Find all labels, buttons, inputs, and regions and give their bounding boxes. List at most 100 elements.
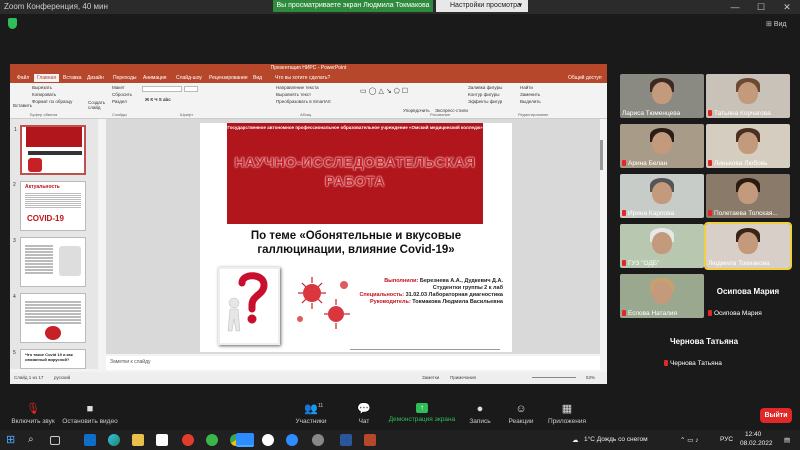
word-icon[interactable] (340, 434, 352, 446)
ppt-titlebar: Презентация НИРС - PowerPoint (10, 64, 607, 73)
copy-button[interactable]: Копировать (32, 92, 56, 97)
leave-button[interactable]: Выйти (760, 408, 792, 423)
reactions-button[interactable]: ☺ Реакции (505, 403, 537, 425)
shape-outline-button[interactable]: Контур фигуры (468, 92, 499, 97)
yandex-icon[interactable] (182, 434, 194, 446)
chat-button[interactable]: 💬 Чат (352, 403, 376, 425)
cut-button[interactable]: Вырезать (32, 85, 52, 90)
tab-review[interactable]: Рецензирование (206, 74, 251, 82)
app-icon[interactable] (286, 434, 298, 446)
shape-fill-button[interactable]: Заливка фигуры (468, 85, 502, 90)
system-tray-icons[interactable]: ⌃ ▭ ♪ (680, 436, 698, 444)
apps-button[interactable]: ▦ Приложения (545, 403, 589, 425)
current-slide[interactable]: Государственное автономное профессиональ… (200, 123, 512, 352)
tab-insert[interactable]: Вставка (60, 74, 85, 82)
task-view-icon[interactable] (50, 436, 60, 445)
unmute-button[interactable]: 🎙 Включить звук (6, 403, 60, 425)
notes-pane[interactable]: Заметки к слайду (106, 356, 600, 370)
slide-thumbnail-4[interactable]: 4 (13, 293, 86, 343)
section-button[interactable]: Раздел (112, 99, 127, 104)
powerpoint-icon[interactable] (364, 434, 376, 446)
tab-design[interactable]: Дизайн (84, 74, 107, 82)
participant-tile[interactable]: Арина Белан (620, 124, 704, 168)
app-icon[interactable] (312, 434, 324, 446)
shapes-gallery[interactable]: ▭◯△↘⬠☐ (360, 87, 410, 95)
ppt-search[interactable]: Что вы хотите сделать? (272, 74, 333, 82)
format-painter-button[interactable]: Формат по образцу (32, 99, 72, 104)
tab-transitions[interactable]: Переходы (110, 74, 139, 82)
zoom-taskbar-icon[interactable] (236, 433, 254, 447)
align-text-button[interactable]: Выровнять текст (276, 92, 311, 97)
bold-button[interactable]: Ж К Ч S abc (145, 97, 171, 102)
participant-tile[interactable]: Осипова Мария Осипова Мария (706, 274, 790, 318)
weather-widget[interactable]: 1°С Дождь со снегом (584, 436, 648, 443)
replace-button[interactable]: Заменить (520, 92, 540, 97)
tab-slideshow[interactable]: Слайд-шоу (173, 74, 205, 82)
notes-button[interactable]: Заметки (422, 375, 439, 380)
security-shield-icon[interactable] (8, 18, 17, 29)
record-button[interactable]: ● Запись (466, 403, 494, 425)
arrange-button[interactable]: Упорядочить (403, 108, 430, 113)
input-language[interactable]: РУС (720, 436, 733, 443)
messenger-icon[interactable] (206, 434, 218, 446)
text-direction-button[interactable]: Направление текста (276, 85, 319, 90)
paste-button[interactable]: Вставить (13, 103, 32, 108)
participant-tile[interactable]: Татьяна Корчагова (706, 74, 790, 118)
slide-thumbnail-5[interactable]: 5 Что такое Covid 19 и как связанный вир… (13, 349, 86, 369)
notifications-icon[interactable]: ▤ (784, 436, 790, 444)
comments-button[interactable]: Примечания (450, 375, 476, 380)
share-screen-button[interactable]: ↑ Демонстрация экрана (388, 403, 456, 423)
tab-animation[interactable]: Анимация (140, 74, 169, 82)
participant-tile[interactable]: Линькова Любовь (706, 124, 790, 168)
search-icon[interactable]: ⌕ (28, 434, 40, 446)
font-size-select[interactable] (184, 86, 198, 92)
file-explorer-icon[interactable] (132, 434, 144, 446)
thumb-number: 1 (14, 127, 17, 133)
ppt-share-button[interactable]: Общий доступ (565, 74, 605, 82)
new-slide-button[interactable]: Создать слайд (88, 100, 108, 110)
minimize-button[interactable]: — (722, 0, 748, 14)
edge-icon[interactable] (108, 434, 120, 446)
shape-effects-button[interactable]: Эффекты фигур (468, 99, 502, 104)
mail-icon[interactable] (84, 434, 96, 446)
view-button[interactable]: ⊞ Вид (766, 20, 787, 28)
view-options-label: Настройки просмотра (450, 2, 521, 9)
slide-thumbnail-2[interactable]: 2 Актуальность COVID-19 (13, 181, 86, 231)
font-name-select[interactable] (142, 86, 182, 92)
tab-view[interactable]: Вид (250, 74, 265, 82)
yandex-browser-icon[interactable] (262, 434, 274, 446)
find-button[interactable]: Найти (520, 85, 533, 90)
participant-tile[interactable]: Полетаева Толская... (706, 174, 790, 218)
view-label: Вид (773, 21, 787, 28)
clock-date[interactable]: 08.02.2022 (740, 440, 773, 447)
smartart-button[interactable]: Преобразовать в SmartArt (276, 99, 331, 104)
slide-thumbnail-3[interactable]: 3 (13, 237, 86, 287)
participant-tile[interactable]: Ирина Карпова (620, 174, 704, 218)
shared-screen-scrollbar[interactable] (600, 140, 603, 170)
maximize-button[interactable]: ☐ (748, 0, 774, 14)
layout-button[interactable]: Макет (112, 85, 125, 90)
participant-tile[interactable]: ГУЗ "ОДБ" (620, 224, 704, 268)
participant-tile[interactable]: Лариса Тюменцева (620, 74, 704, 118)
store-icon[interactable] (156, 434, 168, 446)
zoom-slider[interactable] (532, 377, 576, 378)
tab-file[interactable]: Файл (14, 74, 32, 82)
reset-button[interactable]: Сбросить (112, 92, 132, 97)
select-button[interactable]: Выделить (520, 99, 541, 104)
view-options-button[interactable]: Настройки просмотра ▾ (436, 0, 528, 12)
zoom-level[interactable]: 53% (586, 375, 595, 380)
video-camera-icon: ■ (86, 403, 94, 415)
participant-name: Лариса Тюменцева (622, 110, 681, 117)
ppt-file-title: Презентация НИРС - PowerPoint (270, 65, 347, 71)
clock-time[interactable]: 12:40 (745, 431, 761, 438)
participant-tile[interactable]: Чернова Татьяна Чернова Татьяна (662, 324, 746, 368)
participants-button[interactable]: 👥 11 Участники (290, 403, 332, 425)
close-button[interactable]: ✕ (774, 0, 800, 14)
start-icon[interactable]: ⊞ (6, 434, 18, 446)
participant-tile[interactable]: Еспова Наталия (620, 274, 704, 318)
slide-thumbnail-1[interactable]: 1 (14, 125, 86, 175)
active-speaker-tile[interactable]: Людмила Токмакова (704, 222, 792, 270)
tab-home[interactable]: Главная (34, 74, 60, 82)
stop-video-button[interactable]: ■ Остановить видео (60, 403, 120, 425)
participant-name: Татьяна Корчагова (714, 110, 771, 117)
